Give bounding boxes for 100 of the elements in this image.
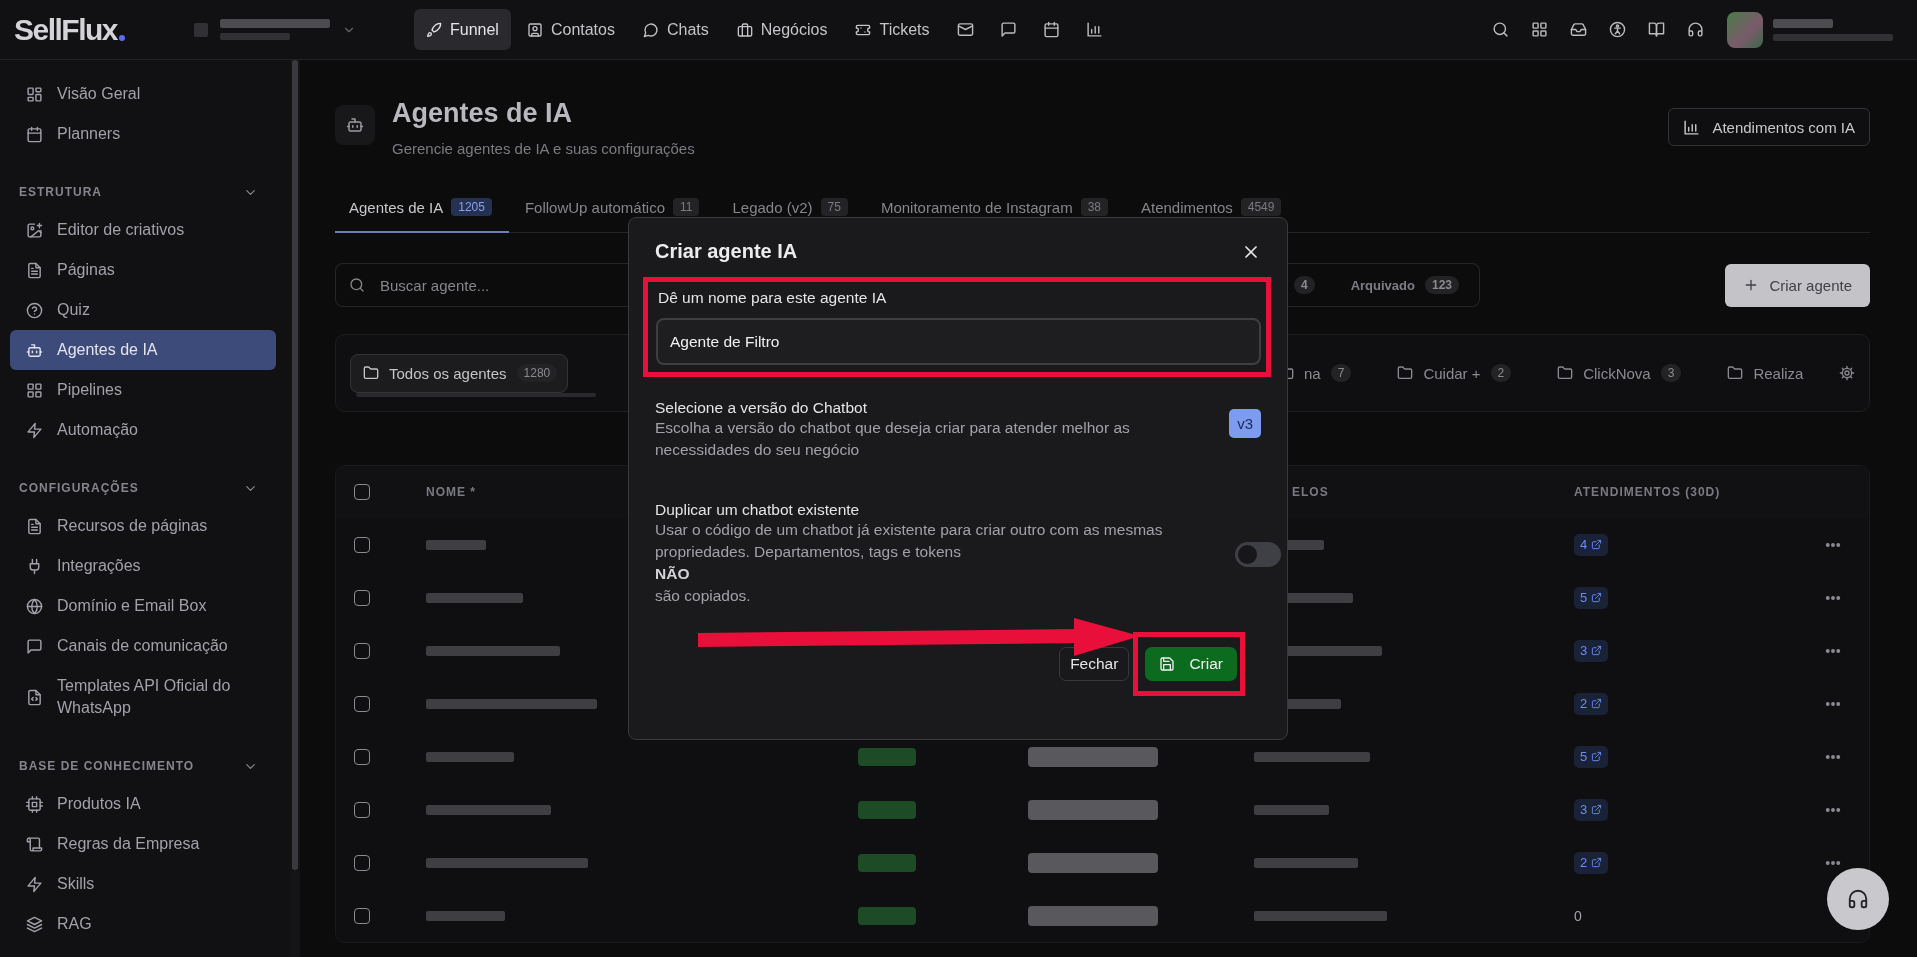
mail-icon[interactable] bbox=[956, 21, 974, 38]
search-icon[interactable] bbox=[1492, 21, 1509, 38]
close-button[interactable]: Fechar bbox=[1059, 647, 1130, 681]
sidebar-item[interactable]: Agentes de IA bbox=[10, 330, 276, 370]
robot-icon bbox=[346, 116, 364, 134]
checkbox[interactable] bbox=[354, 484, 370, 500]
folder-icon bbox=[1397, 365, 1414, 381]
grid-icon[interactable] bbox=[1531, 21, 1548, 38]
checkbox[interactable] bbox=[354, 642, 370, 659]
modal-title: Criar agente IA bbox=[655, 240, 798, 263]
save-icon bbox=[1159, 656, 1176, 672]
name-input[interactable]: Agente de Filtro bbox=[656, 318, 1261, 365]
external-link-icon bbox=[1591, 804, 1603, 815]
sidebar-item[interactable]: Produtos IA bbox=[10, 784, 276, 824]
rocket-icon bbox=[426, 21, 442, 38]
nav-item[interactable]: Tickets bbox=[843, 9, 942, 50]
sidebar-item[interactable]: RAG bbox=[10, 904, 276, 944]
nav-item[interactable]: Chats bbox=[630, 9, 721, 50]
folder-chip[interactable]: Cuidar + 2 bbox=[1384, 353, 1523, 393]
section-description: são copiados. bbox=[655, 586, 752, 606]
atendimentos-button[interactable]: Atendimentos com IA bbox=[1668, 108, 1870, 146]
folder-chip[interactable]: Realiza bbox=[1714, 353, 1815, 393]
create-button[interactable]: Criar bbox=[1145, 647, 1237, 681]
inbox-icon[interactable] bbox=[1570, 21, 1587, 38]
document-icon bbox=[26, 517, 43, 535]
sidebar-item[interactable]: Páginas bbox=[10, 250, 276, 290]
avatar-placeholder[interactable] bbox=[1727, 11, 1763, 48]
count-badge: 7 bbox=[1330, 364, 1352, 382]
checkbox[interactable] bbox=[354, 907, 370, 924]
sidebar-item[interactable]: Recursos de páginas bbox=[10, 506, 276, 546]
section-title: Duplicar um chatbot existente bbox=[655, 501, 861, 519]
create-agent-button[interactable]: Criar agente bbox=[1725, 263, 1870, 307]
checkbox[interactable] bbox=[354, 695, 370, 712]
sidebar-item[interactable]: Integrações bbox=[10, 546, 276, 586]
atendimentos-link[interactable]: 2 bbox=[1574, 692, 1609, 715]
calendar-icon bbox=[26, 125, 43, 143]
folder-chip[interactable]: ClickNova 3 bbox=[1544, 353, 1693, 393]
scroll-icon bbox=[26, 835, 43, 853]
briefcase-icon bbox=[736, 21, 753, 38]
tab[interactable]: Agentes de IA 1205 bbox=[335, 189, 509, 233]
section-heading: ESTRUTURA bbox=[19, 185, 102, 199]
book-icon[interactable] bbox=[1648, 21, 1665, 38]
sidebar-item[interactable]: Canais de comunicação bbox=[10, 626, 276, 666]
version-badge[interactable]: v3 bbox=[1229, 409, 1261, 438]
bar-chart-icon[interactable] bbox=[1085, 21, 1103, 38]
section-description: Escolha a versão do chatbot que deseja criar para atender melhor as necessidades do seu negócio bbox=[655, 418, 1131, 460]
settings-icon[interactable] bbox=[1839, 365, 1855, 381]
nav-item[interactable]: Negócios bbox=[724, 9, 840, 50]
sidebar-item[interactable]: Automação bbox=[10, 410, 276, 450]
sidebar-item[interactable]: Skills bbox=[10, 864, 276, 904]
checkbox[interactable] bbox=[354, 801, 370, 818]
atendimentos-link[interactable]: 3 bbox=[1574, 639, 1609, 662]
atendimentos-link[interactable]: 2 bbox=[1574, 851, 1609, 874]
folder-chip[interactable]: Todos os agentes 1280 bbox=[350, 353, 569, 393]
contact-icon bbox=[526, 21, 543, 38]
count-badge: 75 bbox=[820, 198, 848, 216]
count-badge: 3 bbox=[1660, 364, 1682, 382]
section-heading: CONFIGURAÇÕES bbox=[19, 481, 139, 495]
robot-icon bbox=[26, 341, 43, 359]
bar-chart-icon bbox=[1683, 118, 1701, 136]
emphasis-text: NÃO bbox=[655, 564, 690, 584]
atendimentos-link[interactable]: 5 bbox=[1574, 745, 1609, 768]
sidebar-item[interactable]: Visão Geral bbox=[10, 74, 276, 114]
sidebar-item[interactable]: Pipelines bbox=[10, 370, 276, 410]
checkbox[interactable] bbox=[354, 748, 370, 765]
checkbox[interactable] bbox=[354, 854, 370, 871]
count-badge: 1280 bbox=[516, 364, 558, 382]
sidebar-item[interactable]: Editor de criativos bbox=[10, 210, 276, 250]
bubble-icon bbox=[642, 21, 659, 38]
nav-item[interactable]: Funnel bbox=[414, 9, 511, 50]
page-subtitle: Gerencie agentes de IA e suas configurações bbox=[392, 140, 695, 157]
headset-icon[interactable] bbox=[1687, 21, 1704, 38]
sidebar-item[interactable]: Quiz bbox=[10, 290, 276, 330]
sidebar-item[interactable]: Regras da Empresa bbox=[10, 824, 276, 864]
chat-icon[interactable] bbox=[999, 21, 1017, 38]
headset-icon bbox=[1847, 888, 1869, 910]
checkbox[interactable] bbox=[354, 536, 370, 553]
atendimentos-link[interactable]: 5 bbox=[1574, 586, 1609, 609]
folder-icon bbox=[1727, 365, 1744, 381]
nav-item[interactable]: Contatos bbox=[514, 9, 627, 50]
calendar-icon[interactable] bbox=[1042, 21, 1060, 38]
grid-icon bbox=[26, 381, 43, 399]
chip-icon bbox=[26, 795, 43, 813]
toggle-switch[interactable] bbox=[1235, 541, 1281, 567]
checkbox[interactable] bbox=[354, 589, 370, 606]
code-file-icon bbox=[26, 688, 43, 706]
scrollbar-thumb[interactable] bbox=[292, 60, 298, 870]
atendimentos-link[interactable]: 3 bbox=[1574, 798, 1609, 821]
folder-icon bbox=[363, 365, 379, 381]
external-link-icon bbox=[1591, 698, 1603, 709]
column-header: ATENDIMENTOS (30D) bbox=[1574, 485, 1722, 499]
sidebar-item[interactable]: Templates API Oficial do WhatsApp bbox=[10, 666, 276, 728]
sidebar-item[interactable]: Planners bbox=[10, 114, 276, 154]
count-badge: 4549 bbox=[1240, 198, 1282, 216]
atendimentos-link[interactable]: 4 bbox=[1574, 533, 1609, 556]
page-title: Agentes de IA bbox=[392, 100, 574, 126]
accessibility-icon[interactable] bbox=[1609, 21, 1626, 38]
external-link-icon bbox=[1591, 751, 1603, 762]
logo: SellFlux bbox=[14, 12, 118, 47]
sidebar-item[interactable]: Domínio e Email Box bbox=[10, 586, 276, 626]
